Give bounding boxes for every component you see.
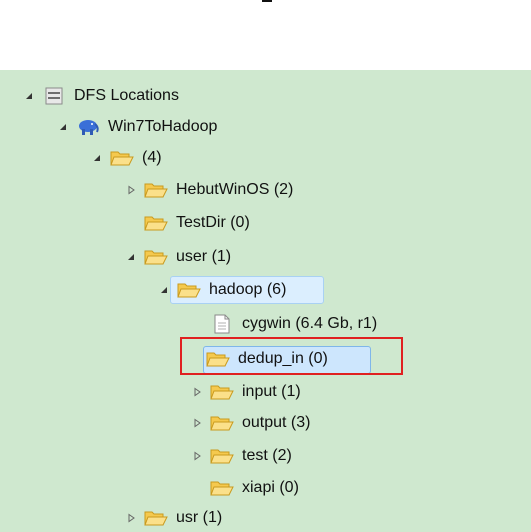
folder-icon — [144, 508, 168, 528]
folder-icon — [144, 213, 168, 233]
tree-node-dfs-locations[interactable]: DFS Locations — [22, 82, 179, 110]
folder-icon — [210, 413, 234, 433]
collapsed-arrow-icon[interactable] — [190, 449, 204, 463]
expanded-arrow-icon[interactable] — [90, 151, 104, 165]
folder-icon — [144, 180, 168, 200]
tree-node-label: cygwin (6.4 Gb, r1) — [242, 315, 378, 332]
tree-node-label: input (1) — [242, 383, 301, 400]
folder-icon — [210, 446, 234, 466]
tree-node-xiapi[interactable]: xiapi (0) — [210, 474, 299, 502]
folder-icon — [177, 280, 201, 300]
tree-node-user[interactable]: user (1) — [124, 243, 231, 271]
tree-node-label: hadoop (6) — [209, 281, 287, 298]
tree-node-win7tohadoop[interactable]: Win7ToHadoop — [56, 113, 217, 141]
tree-node-label: xiapi (0) — [242, 479, 299, 496]
tree-node-testdir[interactable]: TestDir (0) — [144, 209, 250, 237]
folder-icon — [110, 148, 134, 168]
tree-node-test[interactable]: test (2) — [190, 442, 292, 470]
file-icon — [210, 314, 234, 334]
tree-node-label: test (2) — [242, 447, 292, 464]
dfs-locations-icon — [42, 86, 66, 106]
collapsed-arrow-icon[interactable] — [124, 511, 138, 525]
tree-node-label: HebutWinOS (2) — [176, 181, 294, 198]
tree-node-output[interactable]: output (3) — [190, 409, 310, 437]
tree-node-label: usr (1) — [176, 509, 223, 526]
tree-node-label: TestDir (0) — [176, 214, 250, 231]
tree-node-label: Win7ToHadoop — [108, 118, 218, 135]
folder-icon — [210, 478, 234, 498]
tree-node-usr[interactable]: usr (1) — [124, 504, 222, 532]
expanded-arrow-icon[interactable] — [157, 283, 171, 297]
top-edge-mark — [262, 0, 272, 2]
collapsed-arrow-icon[interactable] — [190, 416, 204, 430]
expanded-arrow-icon[interactable] — [22, 89, 36, 103]
tree-node-cygwin[interactable]: cygwin (6.4 Gb, r1) — [210, 310, 377, 338]
folder-icon — [210, 382, 234, 402]
tree-node-hebutwinos[interactable]: HebutWinOS (2) — [124, 176, 293, 204]
collapsed-arrow-icon[interactable] — [124, 183, 138, 197]
tree-node-label: DFS Locations — [74, 87, 179, 104]
tree-node-hadoop[interactable]: hadoop (6) — [157, 276, 286, 304]
tree-node-label: (4) — [142, 149, 162, 166]
tree-node-label: output (3) — [242, 414, 311, 431]
collapsed-arrow-icon[interactable] — [190, 385, 204, 399]
tree-node-input[interactable]: input (1) — [190, 378, 301, 406]
tree-node-root-dir[interactable]: (4) — [90, 144, 162, 172]
expanded-arrow-icon[interactable] — [124, 250, 138, 264]
expanded-arrow-icon[interactable] — [56, 120, 70, 134]
folder-icon — [144, 247, 168, 267]
tree-node-label: user (1) — [176, 248, 232, 265]
highlight-box — [180, 337, 403, 375]
hadoop-elephant-icon — [76, 117, 100, 137]
